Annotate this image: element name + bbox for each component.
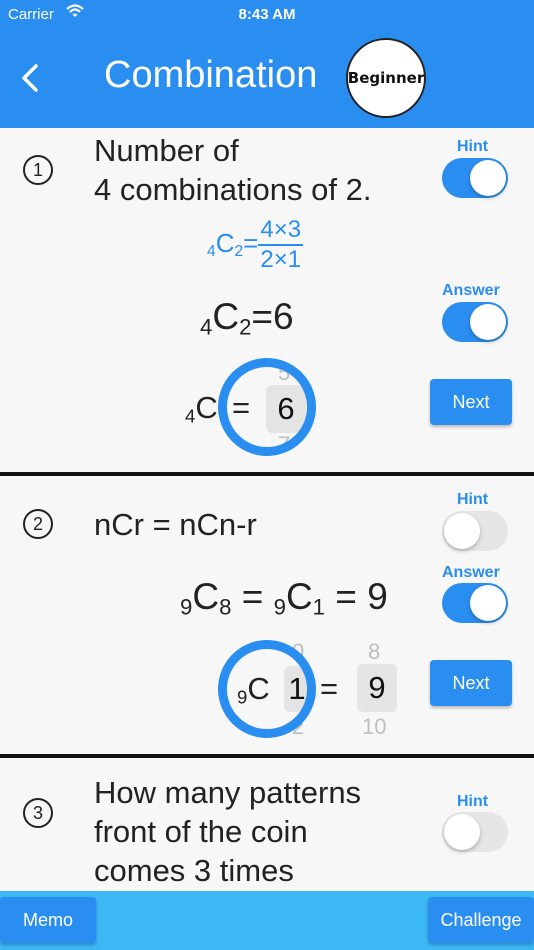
answer-formula-2: 9C8 = 9C1 = 9 xyxy=(180,576,388,621)
formula-eq: = xyxy=(325,576,368,617)
formula-c: C xyxy=(285,576,313,617)
level-badge: Beginner xyxy=(346,38,426,118)
problem-card-2: 2 nCr = nCn-r Hint Answer 9C8 = 9C1 = 9 … xyxy=(0,476,534,754)
answer-toggle-1[interactable] xyxy=(442,302,508,342)
problem-card-3: 3 How many patterns front of the coin co… xyxy=(0,758,534,891)
answer-label-2: Answer xyxy=(442,564,500,581)
nav-header: Carrier 8:43 AM Combination Beginner xyxy=(0,0,534,128)
question-line: nCr = nCn-r xyxy=(94,507,257,542)
answer-formula-1: 4C2=6 xyxy=(200,296,294,341)
formula-value: 9 xyxy=(367,576,388,617)
formula-n: 4 xyxy=(185,405,196,427)
formula-eq: = xyxy=(251,296,274,337)
answer-label-1: Answer xyxy=(442,282,500,299)
fraction: 4×3 2×1 xyxy=(258,216,304,274)
hint-toggle-3[interactable] xyxy=(442,812,508,852)
toggle-knob xyxy=(470,304,506,340)
tap-indicator-circle xyxy=(218,358,316,456)
problem-number-2: 2 xyxy=(23,509,53,539)
problem-card-1: 1 Number of 4 combinations of 2. Hint 4C… xyxy=(0,128,534,474)
formula-n: 9 xyxy=(180,594,193,620)
formula-r: 2 xyxy=(234,242,244,260)
picker-ghost-above: 8 xyxy=(368,639,381,664)
next-button-2[interactable]: Next xyxy=(430,660,512,706)
picker-ghost-below: 10 xyxy=(362,714,387,739)
formula-n: 9 xyxy=(273,594,286,620)
question-line: Number of xyxy=(94,133,239,168)
bottom-bar: Memo Challenge xyxy=(0,891,534,950)
toggle-knob xyxy=(470,585,506,621)
app-screen: Carrier 8:43 AM Combination Beginner 1 N… xyxy=(0,0,534,950)
status-time: 8:43 AM xyxy=(238,6,296,23)
formula-r: 1 xyxy=(312,594,326,620)
input-equals-2: = xyxy=(320,671,339,706)
hint-label-1: Hint xyxy=(457,138,489,155)
hint-label-3: Hint xyxy=(457,793,489,810)
problem-number-3: 3 xyxy=(23,798,53,828)
input-formula-1: 4C xyxy=(185,390,218,428)
problem-question-2: nCr = nCn-r xyxy=(94,505,257,544)
tap-indicator-circle xyxy=(218,640,316,738)
problem-number-1: 1 xyxy=(23,155,53,185)
hint-label-2: Hint xyxy=(457,491,489,508)
hint-toggle-1[interactable] xyxy=(442,158,508,198)
fraction-numerator: 4×3 xyxy=(258,216,304,246)
formula-c: C xyxy=(212,296,240,337)
fraction-denominator: 2×1 xyxy=(260,246,302,273)
answer-toggle-2[interactable] xyxy=(442,583,508,623)
formula-r: 8 xyxy=(219,594,232,620)
formula-n: 4 xyxy=(207,242,216,260)
formula-value: 6 xyxy=(273,296,294,337)
formula-n: 4 xyxy=(200,314,213,340)
hint-toggle-2[interactable] xyxy=(442,511,508,551)
challenge-button[interactable]: Challenge xyxy=(428,897,534,943)
question-line: 4 combinations of 2. xyxy=(94,172,372,207)
hint-formula-1: 4C2= 4×3 2×1 xyxy=(207,216,304,274)
toggle-knob xyxy=(444,814,480,850)
toggle-knob xyxy=(470,160,506,196)
formula-c: C xyxy=(195,390,218,425)
memo-button[interactable]: Memo xyxy=(0,897,96,943)
status-bar: Carrier 8:43 AM xyxy=(0,0,534,30)
problem-question-1: Number of 4 combinations of 2. xyxy=(94,131,371,209)
level-badge-label: Beginner xyxy=(347,69,425,87)
problem-question-3: How many patterns front of the coin come… xyxy=(94,773,361,890)
toggle-knob xyxy=(444,513,480,549)
formula-c: C xyxy=(215,227,235,258)
formula-c: C xyxy=(192,576,220,617)
back-arrow-icon[interactable] xyxy=(16,60,44,96)
formula-eq: = xyxy=(231,576,274,617)
next-button-1[interactable]: Next xyxy=(430,379,512,425)
question-line: How many patterns xyxy=(94,775,362,810)
formula-r: 2 xyxy=(239,314,252,340)
formula-eq: = xyxy=(243,227,259,258)
question-line: front of the coin xyxy=(94,814,308,849)
question-line: comes 3 times xyxy=(94,853,294,888)
page-title: Combination xyxy=(104,54,318,96)
answer-picker-2[interactable]: 9 xyxy=(357,664,397,712)
